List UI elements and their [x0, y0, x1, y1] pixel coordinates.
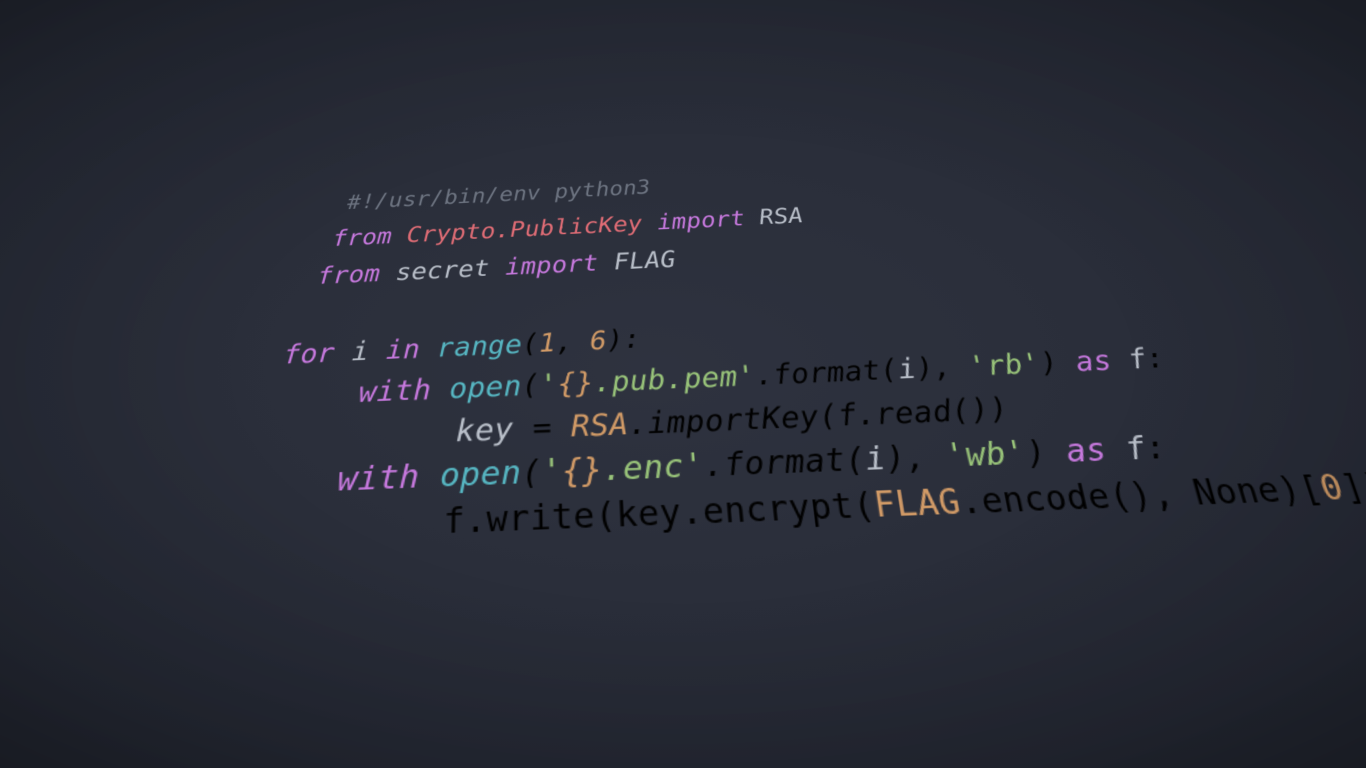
code-token-string: ' — [539, 369, 558, 402]
code-token-plain: FLAG — [613, 246, 677, 275]
code-token-module: PublicKey — [510, 211, 644, 242]
code-token-punctuation: ()) — [948, 392, 1012, 429]
code-token-punctuation: ), — [883, 438, 950, 478]
code-token-punctuation: : — [1142, 343, 1169, 375]
code-token-punctuation: (), — [1104, 474, 1199, 517]
code-token-plain — [267, 502, 444, 550]
code-token-plain — [380, 260, 397, 287]
code-token-number: 1 — [539, 328, 557, 358]
code-token-plain — [303, 301, 322, 330]
code-token-punctuation: ), — [913, 351, 972, 385]
code-token-string: .enc — [602, 448, 685, 489]
code-token-keyword: import — [505, 250, 599, 281]
code-token-variable: f — [443, 501, 466, 543]
code-token-function: read — [873, 395, 955, 432]
code-block: #!/usr/bin/env python3 from Crypto.Publi… — [203, 161, 1219, 555]
code-token-module: Crypto — [406, 219, 495, 248]
code-token-keyword: from — [332, 224, 392, 252]
wallpaper-canvas: #!/usr/bin/env python3 from Crypto.Publi… — [0, 0, 1366, 768]
code-token-plain — [489, 254, 505, 281]
code-token-punctuation: ( — [594, 495, 617, 537]
code-token-plain — [254, 462, 339, 503]
code-token-class: FLAG — [872, 483, 964, 527]
code-token-function: format — [771, 355, 883, 391]
code-token-string: 'wb' — [942, 435, 1030, 475]
code-token-punctuation: ( — [521, 454, 542, 492]
code-token-brace: {} — [557, 367, 594, 401]
code-perspective-wrapper: #!/usr/bin/env python3 from Crypto.Publi… — [0, 0, 1366, 768]
code-token-function: format — [722, 442, 847, 484]
code-token-plain — [431, 373, 450, 406]
code-token-string: 'rb' — [966, 348, 1044, 383]
code-token-plain — [392, 223, 407, 248]
code-token-punctuation: ) — [1037, 347, 1080, 380]
code-token-plain — [598, 249, 615, 276]
code-token-plain — [300, 414, 456, 455]
code-token-constant: None — [1189, 471, 1285, 514]
code-token-keyword: for — [282, 338, 335, 370]
code-token-function: encode — [978, 477, 1115, 522]
code-token-class: RSA — [570, 408, 629, 445]
code-token-keyword: import — [656, 206, 746, 235]
code-token-variable: f — [835, 398, 859, 433]
code-token-function: encrypt — [701, 487, 856, 533]
code-token-string: .pub.pem — [593, 361, 739, 399]
code-token-builtin: range — [437, 330, 522, 364]
code-token-plain — [420, 334, 438, 365]
code-token-punctuation: . — [465, 500, 487, 542]
code-token-plain: secret — [395, 255, 489, 286]
code-token-keyword: from — [317, 260, 381, 290]
code-token-keyword: in — [385, 334, 420, 365]
code-token-function: importKey — [646, 400, 821, 442]
code-token-keyword: with — [336, 458, 420, 499]
code-token-plain — [368, 336, 386, 367]
code-token-builtin: open — [449, 370, 522, 405]
code-token-plain — [285, 377, 360, 413]
code-token-plain — [334, 337, 353, 368]
code-token-plain: i — [351, 337, 370, 368]
code-token-punctuation: : — [1141, 430, 1171, 468]
code-token-brace: {} — [561, 451, 603, 490]
code-token-punctuation: . — [627, 407, 648, 442]
code-token-builtin: open — [439, 455, 521, 496]
code-token-plain: key — [456, 412, 514, 449]
code-token-punctuation: = — [513, 410, 571, 447]
code-token-punctuation: , — [555, 327, 590, 358]
code-token-function: write — [486, 496, 595, 541]
code-token-module: . — [495, 218, 510, 243]
code-token-plain — [419, 458, 441, 497]
code-token-number: 6 — [589, 326, 607, 356]
code-token-variable: key — [615, 493, 682, 536]
code-token-punctuation: ): — [606, 325, 642, 356]
code-token-string: ' — [541, 453, 562, 491]
code-token-keyword: with — [358, 374, 432, 409]
code-token-punctuation: ( — [522, 329, 540, 359]
code-token-plain: RSA — [758, 203, 805, 229]
code-token-punctuation: ( — [521, 369, 540, 402]
